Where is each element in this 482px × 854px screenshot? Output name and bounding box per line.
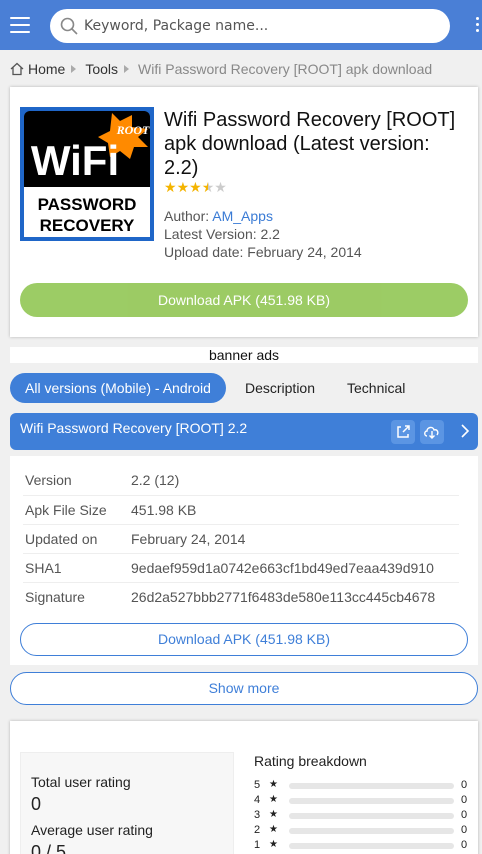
star-icon: ★ xyxy=(176,179,190,195)
breakdown-stars: 3 xyxy=(254,809,261,821)
rating-summary: Total user rating 0 Average user rating … xyxy=(20,752,234,854)
menu-icon[interactable] xyxy=(10,17,30,33)
star-icon: ★ xyxy=(269,824,278,835)
total-rating-label: Total user rating xyxy=(31,774,131,790)
breadcrumb: Home Tools Wifi Password Recovery [ROOT]… xyxy=(10,60,432,78)
breakdown-count: 0 xyxy=(461,809,468,821)
breadcrumb-separator-icon xyxy=(71,65,77,73)
breakdown-row: 5 ★ 0 xyxy=(254,779,468,791)
breakdown-row: 3 ★ 0 xyxy=(254,809,468,821)
star-icon: ★ xyxy=(269,794,278,805)
breakdown-stars: 5 xyxy=(254,779,261,791)
breakdown-bar xyxy=(289,783,454,789)
upload-date: Upload date: February 24, 2014 xyxy=(164,244,362,260)
chevron-right-icon[interactable] xyxy=(456,422,474,440)
star-icon: ★ xyxy=(164,179,177,195)
download-apk-outline-button[interactable]: Download APK (451.98 KB) xyxy=(20,623,468,656)
banner-ads: banner ads xyxy=(10,347,478,363)
external-link-button[interactable] xyxy=(391,420,415,444)
detail-value: 451.98 KB xyxy=(131,495,459,525)
rating-breakdown: Rating breakdown 5 ★ 0 4 ★ 0 3 ★ 0 2 ★ 0 1 ★ 0 xyxy=(254,753,474,851)
search-input[interactable] xyxy=(84,15,434,37)
tab-technical[interactable]: Technical xyxy=(331,373,421,403)
home-icon xyxy=(10,62,24,76)
breakdown-count: 0 xyxy=(461,779,468,791)
details-table: Version 2.2 (12) Apk File Size 451.98 KB Upd… xyxy=(23,466,459,611)
detail-key: Updated on xyxy=(23,524,131,554)
author-line: Author: AM_Apps xyxy=(164,208,273,224)
breadcrumb-home[interactable]: Home xyxy=(28,61,65,77)
breakdown-row: 4 ★ 0 xyxy=(254,794,468,806)
detail-row: Signature 26d2a527bbb2771f6483de580e113cc… xyxy=(23,582,459,611)
breakdown-stars: 1 xyxy=(254,839,261,851)
cloud-download-icon xyxy=(424,426,439,439)
detail-value: 26d2a527bbb2771f6483de580e113cc445cb4678 xyxy=(131,588,436,605)
breadcrumb-separator-icon xyxy=(124,65,130,73)
star-icon: ★ xyxy=(201,179,215,195)
app-title: Wifi Password Recovery [ROOT] apk downlo… xyxy=(164,109,456,179)
app-info-card: ROOT WiFi PASSWORD RECOVERY Wifi Passwor… xyxy=(10,87,478,337)
star-icon: ★ xyxy=(189,179,202,195)
star-icon: ★ xyxy=(214,179,227,195)
show-more-button[interactable]: Show more xyxy=(10,672,478,705)
version-header[interactable]: Wifi Password Recovery [ROOT] 2.2 xyxy=(10,413,478,450)
breakdown-count: 0 xyxy=(461,794,468,806)
tab-all-versions[interactable]: All versions (Mobile) - Android xyxy=(10,373,226,403)
svg-text:WiFi: WiFi xyxy=(31,137,119,184)
breakdown-row: 1 ★ 0 xyxy=(254,839,468,851)
average-rating-value: 0 / 5 xyxy=(31,842,67,854)
svg-text:PASSWORD: PASSWORD xyxy=(38,195,137,214)
detail-value: February 24, 2014 xyxy=(131,524,459,554)
rating-card: Total user rating 0 Average user rating … xyxy=(10,721,478,854)
tab-bar: All versions (Mobile) - Android Descript… xyxy=(10,373,421,403)
cloud-download-button[interactable] xyxy=(420,420,444,444)
detail-row: Version 2.2 (12) xyxy=(23,466,459,496)
detail-key: Signature xyxy=(25,588,85,605)
breakdown-bar xyxy=(289,813,454,819)
external-link-icon xyxy=(397,425,410,438)
search-box[interactable] xyxy=(50,9,450,43)
detail-value: 2.2 (12) xyxy=(131,466,459,496)
breadcrumb-current: Wifi Password Recovery [ROOT] apk downlo… xyxy=(138,61,433,77)
star-icon: ★ xyxy=(269,779,278,790)
more-vert-icon[interactable] xyxy=(476,17,482,35)
app-icon: ROOT WiFi PASSWORD RECOVERY xyxy=(20,107,154,241)
detail-key: SHA1 xyxy=(23,553,131,583)
breakdown-bar xyxy=(289,798,454,804)
breakdown-count: 0 xyxy=(461,839,468,851)
tab-description[interactable]: Description xyxy=(229,373,331,403)
detail-row: Apk File Size 451.98 KB xyxy=(23,495,459,525)
detail-key: Apk File Size xyxy=(23,495,131,525)
author-link[interactable]: AM_Apps xyxy=(212,208,273,224)
breakdown-stars: 4 xyxy=(254,794,261,806)
search-icon xyxy=(60,17,78,35)
star-icon: ★ xyxy=(269,809,278,820)
top-bar xyxy=(0,0,482,50)
star-icon: ★ xyxy=(269,839,278,850)
detail-value: 9edaef959d1a0742e663cf1bd49ed7eaa439d910 xyxy=(131,553,459,583)
svg-text:ROOT: ROOT xyxy=(116,123,150,137)
detail-key: Version xyxy=(23,466,131,496)
breakdown-count: 0 xyxy=(461,824,468,836)
breakdown-bar xyxy=(289,828,454,834)
latest-version: Latest Version: 2.2 xyxy=(164,226,280,242)
breakdown-title: Rating breakdown xyxy=(254,753,367,769)
total-rating-value: 0 xyxy=(31,794,42,814)
svg-text:RECOVERY: RECOVERY xyxy=(40,216,135,235)
breakdown-stars: 2 xyxy=(254,824,261,836)
average-rating-label: Average user rating xyxy=(31,822,153,838)
version-details: Version 2.2 (12) Apk File Size 451.98 KB Upd… xyxy=(10,456,478,665)
version-title: Wifi Password Recovery [ROOT] 2.2 xyxy=(20,420,248,436)
download-apk-button[interactable]: Download APK (451.98 KB) xyxy=(20,283,468,317)
star-rating: ★ ★ ★ ★ ★ xyxy=(164,180,227,194)
detail-row: Updated on February 24, 2014 xyxy=(23,524,459,554)
breadcrumb-category[interactable]: Tools xyxy=(85,61,118,77)
breakdown-bar xyxy=(289,843,454,849)
breakdown-row: 2 ★ 0 xyxy=(254,824,468,836)
author-label: Author: xyxy=(164,208,213,224)
detail-row: SHA1 9edaef959d1a0742e663cf1bd49ed7eaa439… xyxy=(23,553,459,583)
